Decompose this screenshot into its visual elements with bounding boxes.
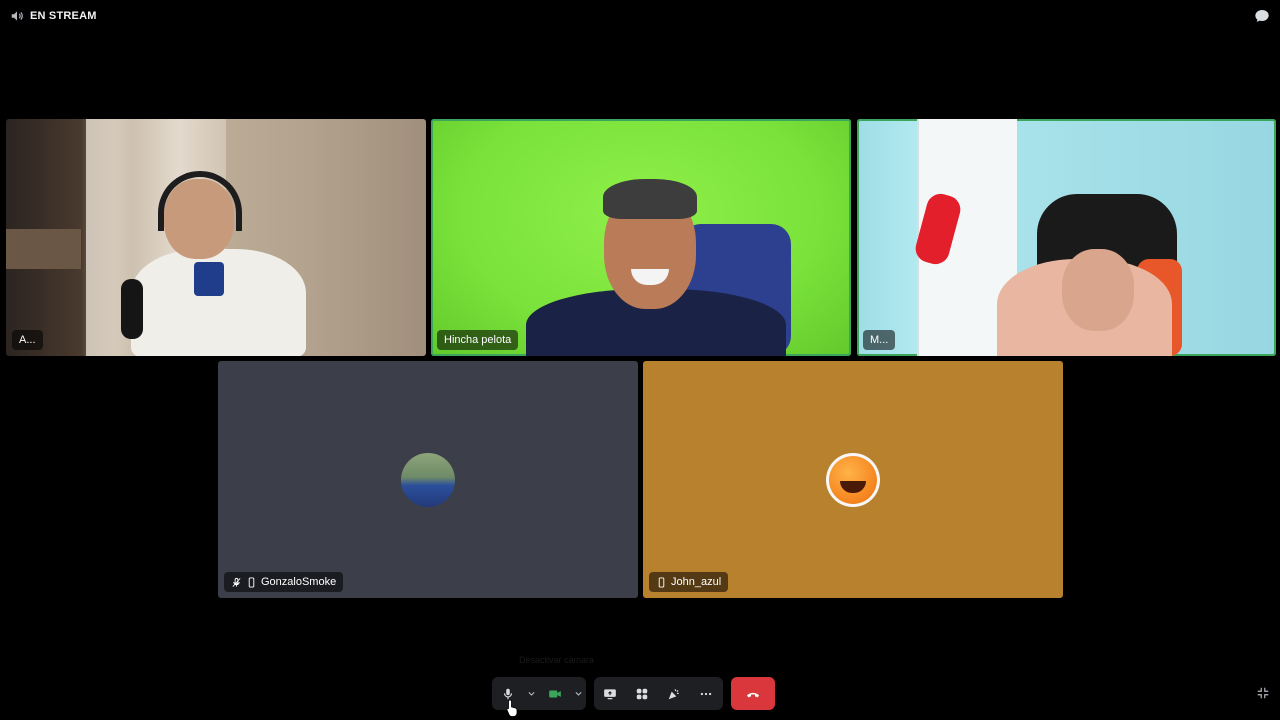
speaker-icon: [11, 11, 23, 21]
microphone-options-button[interactable]: [523, 677, 539, 710]
nametag: M...: [863, 330, 896, 350]
soundboard-icon: [668, 688, 679, 699]
nametag: GonzaloSmoke: [224, 572, 344, 592]
top-bar: EN STREAM: [0, 0, 1280, 32]
mobile-icon: [658, 576, 665, 588]
hang-up-icon: [747, 692, 759, 697]
share-screen-button[interactable]: [594, 677, 626, 710]
disconnect-button[interactable]: [731, 677, 775, 710]
mobile-icon: [248, 576, 255, 588]
soundboard-button[interactable]: [658, 677, 690, 710]
mouse-cursor: [506, 699, 518, 717]
phone: [194, 262, 224, 296]
camera-tooltip: Desactivar cámara: [519, 655, 595, 665]
avatar: [826, 452, 880, 507]
video-tile-5[interactable]: John_azul: [643, 361, 1063, 598]
share-screen-icon: [604, 688, 616, 699]
video-tile-3[interactable]: M...: [857, 119, 1276, 356]
nametag: A...: [12, 330, 43, 350]
avatar: [401, 452, 455, 507]
chevron-down-icon: [575, 691, 582, 696]
video-tile-1[interactable]: A...: [6, 119, 426, 356]
activities-button[interactable]: [626, 677, 658, 710]
participant-name: GonzaloSmoke: [261, 576, 337, 588]
activities-icon: [636, 688, 648, 699]
participant-name: Hincha pelota: [444, 334, 512, 346]
participant-name: A...: [19, 334, 36, 346]
action-controls: [594, 677, 723, 710]
more-icon: [700, 692, 712, 695]
chevron-down-icon: [528, 691, 535, 696]
orange-face: [829, 455, 877, 504]
chat-icon[interactable]: [1254, 8, 1270, 24]
video-tile-4[interactable]: GonzaloSmoke: [218, 361, 638, 598]
hair: [603, 179, 697, 219]
microphone: [121, 279, 143, 339]
video-tile-2[interactable]: Hincha pelota: [431, 119, 851, 356]
exit-fullscreen-icon[interactable]: [1256, 686, 1270, 700]
participant-head: [1062, 249, 1134, 331]
participant-name: M...: [870, 334, 889, 346]
shelf: [6, 229, 81, 269]
stream-indicator: EN STREAM: [10, 9, 97, 23]
camera-options-button[interactable]: [570, 677, 586, 710]
more-options-button[interactable]: [690, 677, 722, 710]
participant-name: John_azul: [671, 576, 722, 588]
muted-mic-icon: [232, 577, 241, 587]
stream-label: EN STREAM: [30, 10, 97, 22]
nametag: John_azul: [649, 572, 729, 592]
nametag: Hincha pelota: [437, 330, 519, 350]
camera-icon: [548, 690, 561, 697]
camera-button[interactable]: [539, 677, 570, 710]
